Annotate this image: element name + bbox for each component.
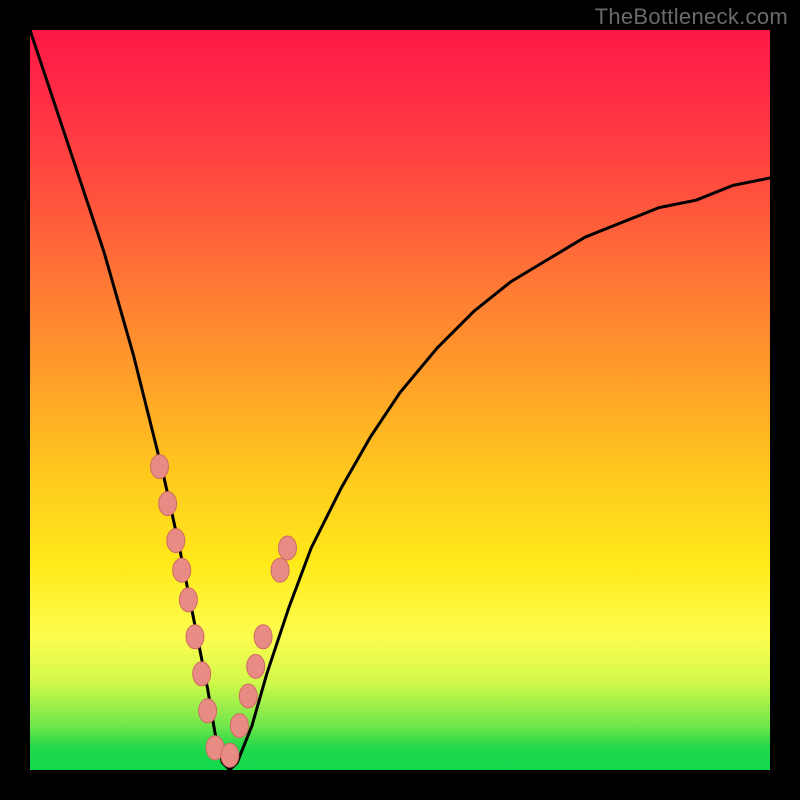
- marker-dot: [159, 492, 177, 516]
- curve-layer: [30, 30, 770, 770]
- marker-dot: [167, 529, 185, 553]
- bottleneck-curve: [30, 30, 770, 770]
- marker-dot: [173, 558, 191, 582]
- marker-dot: [179, 588, 197, 612]
- marker-dot: [247, 654, 265, 678]
- plot-area: [30, 30, 770, 770]
- marker-dot: [151, 455, 169, 479]
- marker-dot: [239, 684, 257, 708]
- highlighted-points: [151, 455, 297, 768]
- marker-dot: [186, 625, 204, 649]
- marker-dot: [254, 625, 272, 649]
- marker-dot: [199, 699, 217, 723]
- chart-frame: TheBottleneck.com: [0, 0, 800, 800]
- marker-dot: [193, 662, 211, 686]
- marker-dot: [271, 558, 289, 582]
- marker-dot: [221, 743, 239, 767]
- marker-dot: [279, 536, 297, 560]
- marker-dot: [230, 714, 248, 738]
- watermark-text: TheBottleneck.com: [595, 4, 788, 30]
